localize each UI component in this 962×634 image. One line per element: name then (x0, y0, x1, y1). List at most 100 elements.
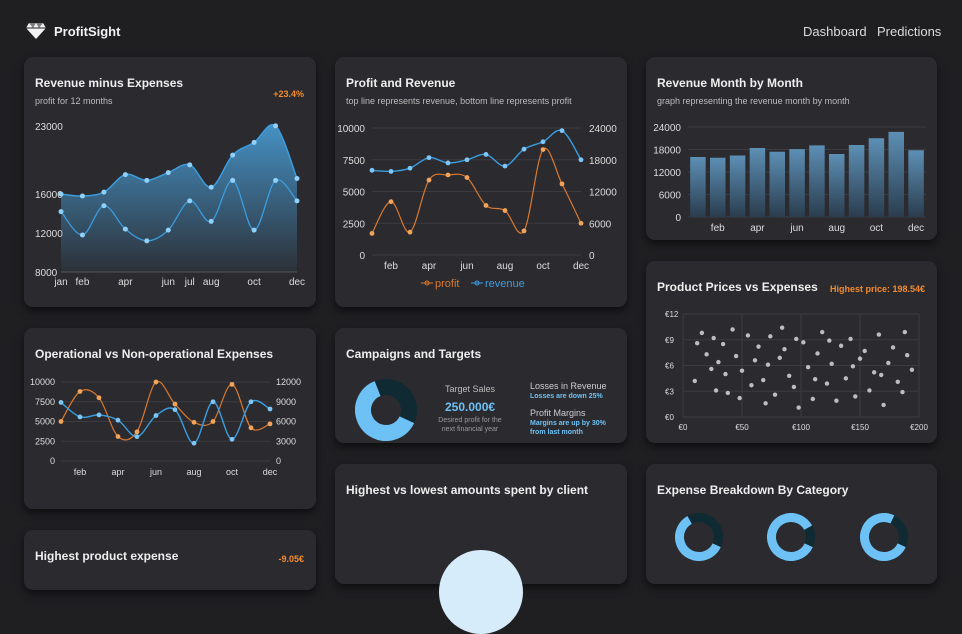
legend-revenue-label: revenue (485, 278, 525, 290)
data-point (58, 191, 64, 197)
operational-expenses-chart: 0 2500 5000 7500 10000 0 3000 6000 9000 12000 feb a… (30, 377, 301, 477)
scatter-point (723, 371, 728, 377)
scatter-point (805, 365, 811, 370)
revenue-bar (848, 145, 865, 217)
operational-point (172, 401, 178, 407)
scatter-point (777, 355, 782, 360)
revenue-month-chart: 0 6000 12000 18000 24000 feb apr jun aug oct dec (653, 123, 926, 234)
y-right-tick-label: 0 (589, 251, 595, 262)
client-spending-pie (439, 550, 523, 634)
y-right-tick-label: 0 (276, 456, 281, 466)
revenue-bar (710, 157, 726, 217)
x-tick-label: €0 (679, 423, 688, 432)
x-tick-label: aug (186, 467, 201, 477)
y-tick-label: 6000 (659, 191, 682, 202)
top-bar: ProfitSight Dashboard Predictions (0, 0, 962, 56)
y-right-tick-label: 12000 (589, 188, 617, 199)
non-operational-point (134, 434, 140, 440)
x-tick-label: €100 (792, 423, 810, 432)
scatter-point (756, 344, 761, 349)
profit-point (369, 231, 375, 236)
product-prices-scatter: €0 €3 €6 €9 €12 €0 €50 €100 €150 €200 (665, 310, 928, 432)
non-operational-point (96, 412, 102, 418)
non-operational-point (191, 440, 197, 446)
profit-point (464, 175, 470, 180)
scatter-point (902, 329, 908, 335)
scatter-point (905, 353, 910, 358)
y-left-tick-label: 2500 (343, 219, 366, 230)
profit-revenue-chart: 0 2500 5000 7500 10000 0 6000 12000 18000 24000 fe… (337, 124, 617, 290)
non-operational-point (153, 413, 159, 418)
x-tick-label: apr (422, 261, 437, 272)
y-tick-label: €3 (665, 387, 674, 396)
scatter-point (827, 338, 832, 343)
highest-product-expense-card: Highest product expense -9.05€ (24, 530, 316, 590)
x-tick-label: aug (828, 223, 845, 234)
losses-label: Losses in Revenue (530, 381, 607, 391)
revenue-point (464, 157, 470, 163)
y-right-tick-label: 9000 (276, 397, 296, 407)
expense-category-donut-1 (675, 513, 723, 561)
x-tick-label: apr (750, 223, 765, 234)
x-tick-label: feb (711, 223, 725, 234)
expense-category-donut-2 (767, 513, 815, 561)
y-tick-label: 18000 (653, 146, 681, 157)
highest-lowest-card: Highest vs lowest amounts spent by clien… (335, 464, 627, 634)
legend-profit-label: profit (435, 278, 459, 290)
data-point (273, 123, 279, 129)
data-point (251, 227, 257, 233)
revenue-point (445, 160, 451, 166)
y-tick-label: 24000 (653, 123, 681, 134)
data-point (122, 172, 128, 178)
x-tick-label: oct (870, 223, 884, 234)
revenue-point (407, 165, 413, 171)
operational-point (115, 434, 121, 439)
scatter-point (871, 370, 877, 375)
nav-dashboard[interactable]: Dashboard (803, 24, 867, 39)
y-tick-label: 12000 (35, 229, 63, 240)
y-left-tick-label: 7500 (343, 156, 366, 167)
scatter-point (716, 359, 721, 365)
y-left-tick-label: 10000 (30, 377, 55, 387)
revenue-point (369, 167, 375, 173)
y-tick-label: €12 (665, 310, 679, 319)
data-point (208, 184, 214, 190)
y-left-tick-label: 10000 (337, 124, 365, 135)
revenue-point (502, 163, 508, 169)
revenue-bar (809, 145, 825, 217)
operational-point (267, 421, 273, 427)
operational-point (210, 419, 216, 424)
scatter-point (791, 384, 797, 390)
revenue-point (426, 155, 432, 161)
campaigns-targets-card: Campaigns and Targets Target Sales 250.0… (335, 328, 627, 443)
data-point (144, 238, 150, 244)
scatter-point (704, 352, 709, 357)
scatter-point (850, 364, 856, 369)
x-tick-label: dec (289, 277, 305, 288)
profit-point (540, 147, 546, 152)
scatter-point (733, 353, 739, 359)
data-point (79, 193, 85, 199)
data-point (230, 152, 236, 158)
x-tick-label: feb (74, 467, 87, 477)
scatter-point (815, 351, 820, 356)
revenue-series-line (371, 129, 582, 173)
scatter-point (779, 325, 785, 330)
x-tick-label: aug (497, 261, 514, 272)
y-left-tick-label: 0 (359, 251, 365, 262)
card-title: Expense Breakdown By Category (657, 483, 849, 497)
data-point (187, 162, 193, 168)
revenue-bar (868, 138, 885, 217)
revenue-point (388, 168, 394, 174)
profit-point (426, 177, 432, 183)
y-tick-label: 0 (675, 213, 681, 224)
nav-predictions[interactable]: Predictions (877, 24, 941, 39)
y-tick-label: €0 (665, 413, 674, 422)
non-operational-point (58, 400, 64, 405)
app-name: ProfitSight (54, 24, 121, 39)
scatter-point (768, 334, 773, 339)
profit-point (578, 220, 584, 226)
non-operational-point (77, 414, 83, 420)
expense-category-donut-3 (860, 513, 908, 561)
revenue-minus-expenses-card: Revenue minus Expenses profit for 12 mon… (24, 57, 316, 307)
